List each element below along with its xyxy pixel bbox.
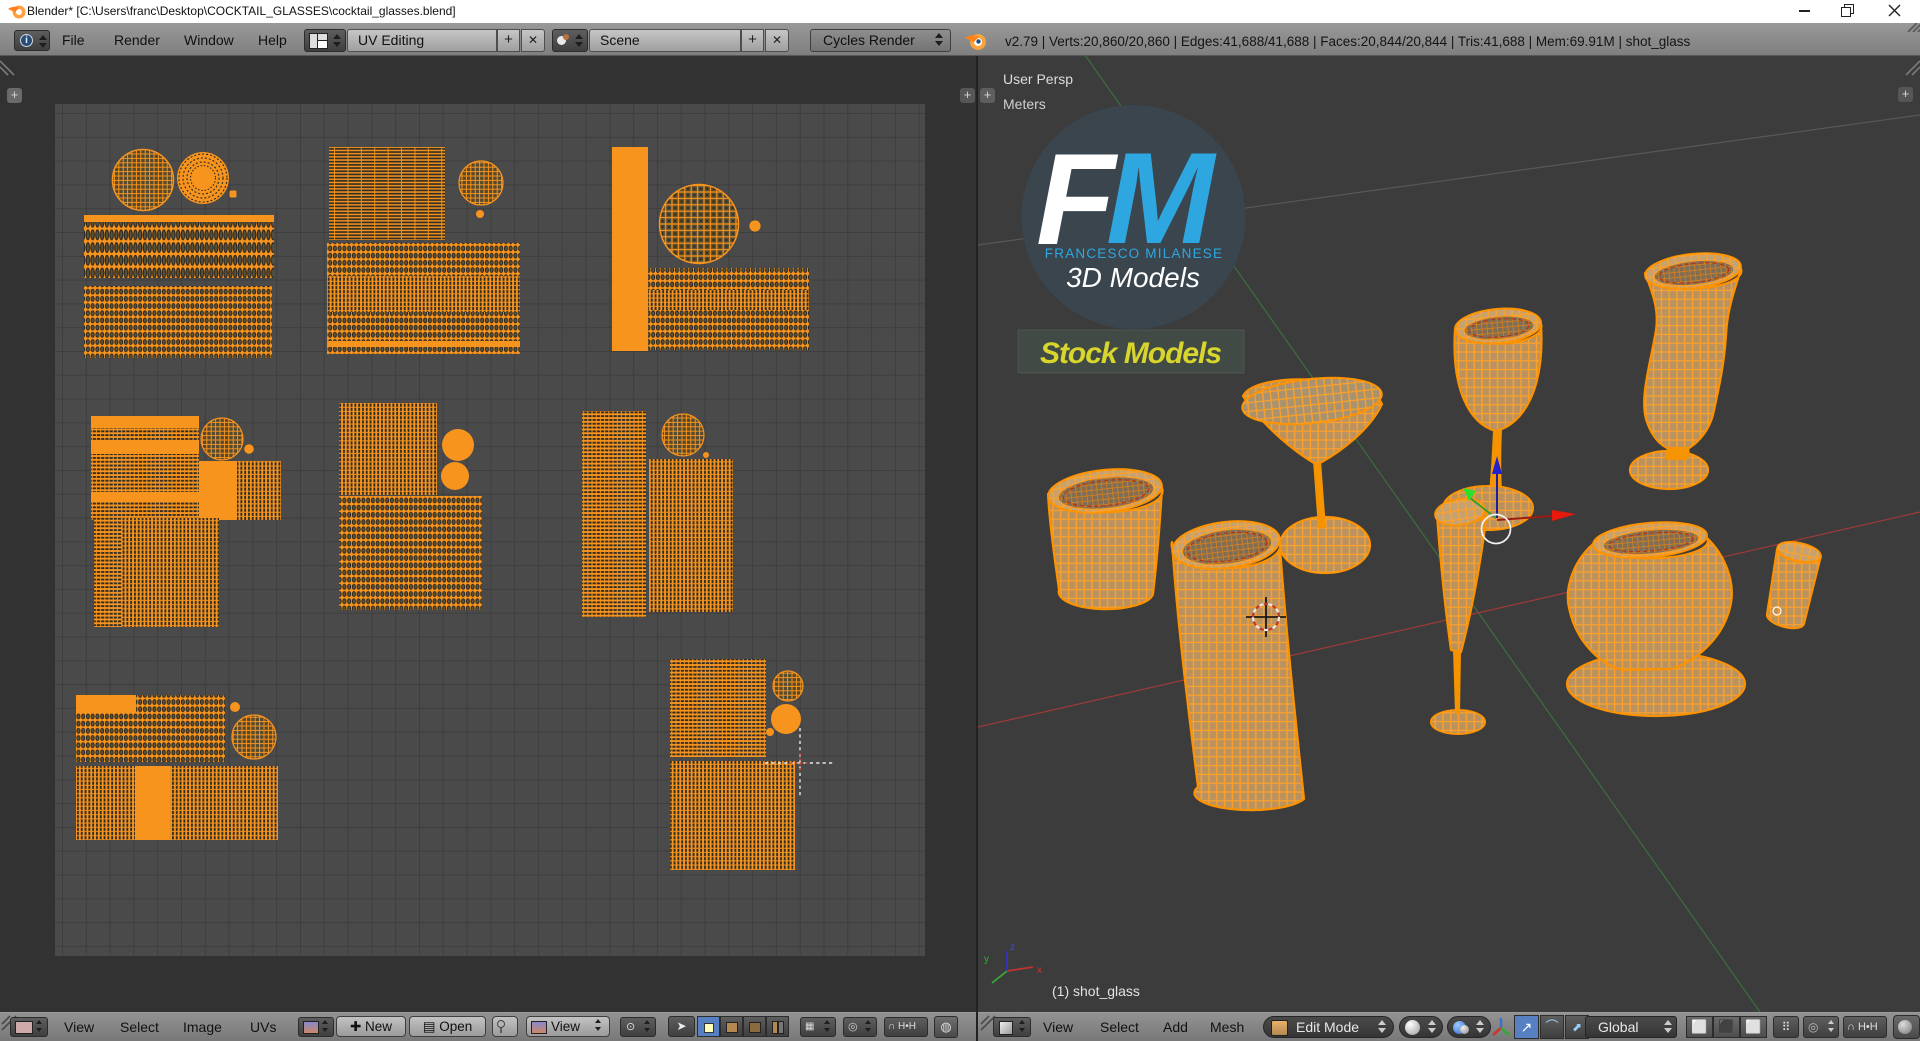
- svg-text:y: y: [984, 954, 989, 965]
- svg-text:z: z: [1010, 942, 1015, 953]
- svg-text:User Persp: User Persp: [1003, 71, 1073, 87]
- svg-text:x: x: [1037, 965, 1042, 976]
- svg-text:Meters: Meters: [1003, 96, 1046, 112]
- svg-text:Stock Models: Stock Models: [1040, 337, 1222, 370]
- svg-text:(1) shot_glass: (1) shot_glass: [1052, 983, 1140, 999]
- svg-text:FRANCESCO MILANESE: FRANCESCO MILANESE: [1045, 246, 1223, 261]
- svg-text:3D Models: 3D Models: [1066, 262, 1200, 293]
